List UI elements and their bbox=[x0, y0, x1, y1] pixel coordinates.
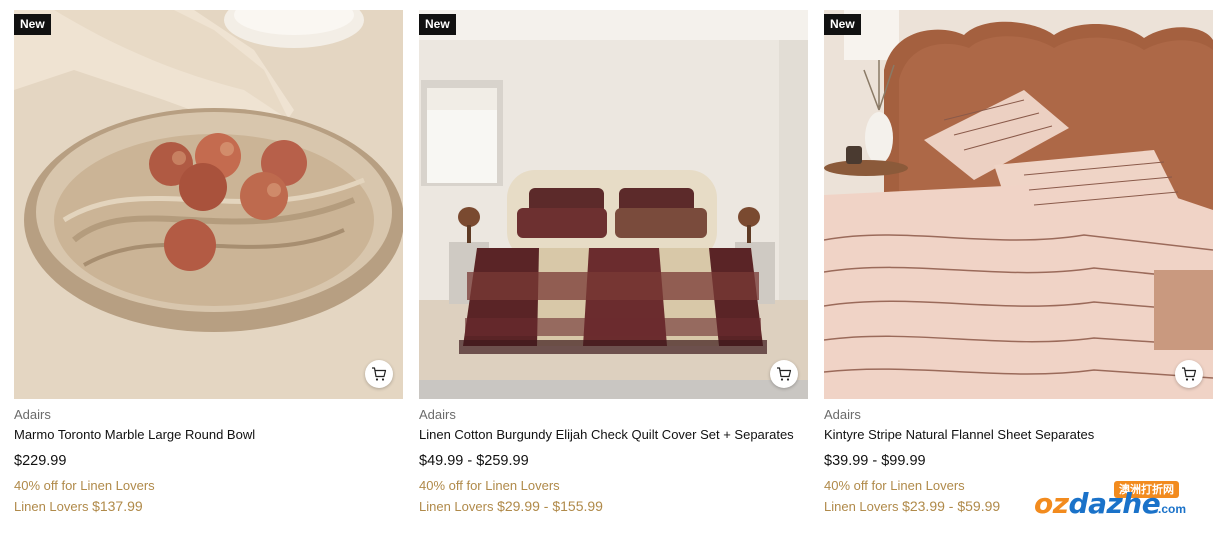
product-image[interactable]: New bbox=[824, 10, 1213, 399]
product-price: $39.99 - $99.99 bbox=[824, 453, 926, 469]
shopping-cart-icon bbox=[777, 367, 792, 381]
new-badge: New bbox=[14, 14, 51, 35]
add-to-cart-button[interactable] bbox=[365, 360, 393, 388]
member-offer: 40% off for Linen Lovers bbox=[419, 478, 560, 493]
member-label: Linen Lovers bbox=[419, 499, 494, 514]
marble-bowl-photo bbox=[14, 10, 403, 399]
site-watermark: 澳洲打折网 ozdazhe .com bbox=[1034, 481, 1200, 525]
product-brand: Adairs bbox=[824, 407, 861, 422]
product-image[interactable]: New bbox=[14, 10, 403, 399]
product-title[interactable]: Marmo Toronto Marble Large Round Bowl bbox=[14, 427, 403, 443]
member-offer: 40% off for Linen Lovers bbox=[14, 478, 155, 493]
member-label: Linen Lovers bbox=[824, 499, 899, 514]
watermark-logo-prefix: oz bbox=[1034, 487, 1069, 520]
product-card[interactable]: New Adairs Kintyre Stripe Natural Flanne… bbox=[824, 10, 1213, 515]
product-card[interactable]: New Adairs Linen Cotton Burgundy Elijah … bbox=[419, 10, 808, 515]
member-price-line: Linen Lovers $137.99 bbox=[14, 498, 403, 515]
new-badge: New bbox=[419, 14, 456, 35]
product-image[interactable]: New bbox=[419, 10, 808, 399]
new-badge: New bbox=[824, 14, 861, 35]
product-price: $49.99 - $259.99 bbox=[419, 453, 529, 469]
watermark-domain: .com bbox=[1158, 502, 1187, 516]
product-brand: Adairs bbox=[14, 407, 51, 422]
product-price: $229.99 bbox=[14, 453, 67, 469]
shopping-cart-icon bbox=[372, 367, 387, 381]
product-title[interactable]: Linen Cotton Burgundy Elijah Check Quilt… bbox=[419, 427, 808, 443]
member-price: $137.99 bbox=[92, 498, 143, 514]
member-price: $29.99 - $155.99 bbox=[497, 498, 603, 514]
add-to-cart-button[interactable] bbox=[1175, 360, 1203, 388]
shopping-cart-icon bbox=[1182, 367, 1197, 381]
flannel-sheet-photo bbox=[824, 10, 1213, 399]
member-price: $23.99 - $59.99 bbox=[902, 498, 1001, 514]
watermark-logo-rest: dazhe bbox=[1068, 487, 1161, 520]
product-title[interactable]: Kintyre Stripe Natural Flannel Sheet Sep… bbox=[824, 427, 1213, 443]
product-card[interactable]: New Adairs Marmo Toronto Marble Large Ro… bbox=[14, 10, 403, 515]
add-to-cart-button[interactable] bbox=[770, 360, 798, 388]
member-price-line: Linen Lovers $29.99 - $155.99 bbox=[419, 498, 808, 515]
quilt-cover-photo bbox=[419, 10, 808, 399]
product-brand: Adairs bbox=[419, 407, 456, 422]
member-label: Linen Lovers bbox=[14, 499, 89, 514]
watermark-logo: ozdazhe bbox=[1034, 487, 1161, 520]
